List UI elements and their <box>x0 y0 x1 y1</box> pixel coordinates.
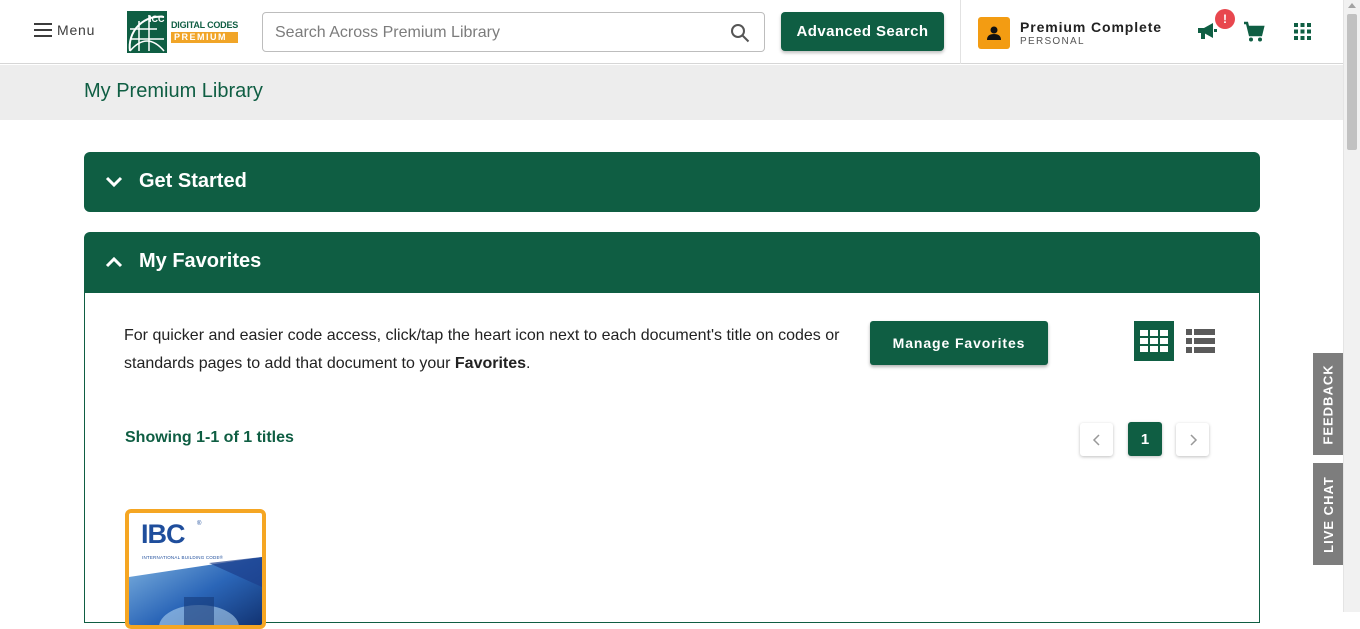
results-count: Showing 1-1 of 1 titles <box>125 429 294 446</box>
menu-button[interactable]: Menu <box>34 22 95 38</box>
user-icon <box>978 17 1010 49</box>
svg-text:ICC: ICC <box>149 14 165 24</box>
feedback-tab[interactable]: FEEDBACK <box>1313 353 1343 455</box>
scroll-thumb[interactable] <box>1347 14 1357 150</box>
top-header: Menu ICC DIGITAL CODES PREMIUM Advanced … <box>0 0 1343 64</box>
globe-logo-icon: ICC <box>127 11 167 53</box>
hamburger-icon <box>34 23 52 37</box>
search-box <box>262 12 765 52</box>
page-title: My Premium Library <box>84 80 263 102</box>
manage-favorites-button[interactable]: Manage Favorites <box>870 321 1048 365</box>
search-input[interactable] <box>275 22 715 44</box>
pagination-next-button[interactable] <box>1176 423 1209 456</box>
user-type: PERSONAL <box>1020 36 1085 47</box>
megaphone-icon[interactable] <box>1196 21 1218 41</box>
search-icon[interactable] <box>730 23 750 43</box>
scroll-up-arrow-icon[interactable] <box>1348 3 1356 8</box>
chevron-down-icon <box>105 176 123 188</box>
page-scrollbar[interactable] <box>1343 0 1360 612</box>
header-divider <box>960 0 961 64</box>
logo-line1: DIGITAL CODES <box>171 20 239 30</box>
favorites-panel-header[interactable]: My Favorites <box>84 232 1260 293</box>
book-code-mark: ® <box>197 521 202 527</box>
get-started-title: Get Started <box>139 170 247 192</box>
book-cover-image <box>129 557 262 625</box>
favorites-description: For quicker and easier code access, clic… <box>124 327 840 372</box>
list-view-icon <box>1185 329 1215 353</box>
apps-grid-icon[interactable] <box>1294 23 1311 40</box>
logo-line2: PREMIUM <box>171 32 239 43</box>
advanced-search-button[interactable]: Advanced Search <box>781 12 944 51</box>
favorites-title: My Favorites <box>139 250 262 272</box>
list-view-button[interactable] <box>1180 325 1220 357</box>
book-code: IBC <box>141 519 185 549</box>
logo[interactable]: ICC DIGITAL CODES PREMIUM <box>127 11 238 53</box>
book-card-ibc[interactable]: IBC ® INTERNATIONAL BUILDING CODE® <box>125 509 266 629</box>
grid-view-button[interactable] <box>1134 321 1174 361</box>
get-started-panel-header[interactable]: Get Started <box>84 152 1260 212</box>
grid-view-icon <box>1140 330 1168 352</box>
favorites-bold-word: Favorites <box>454 355 527 372</box>
pagination-prev-button[interactable] <box>1080 423 1113 456</box>
notification-badge: ! <box>1215 9 1235 29</box>
menu-label: Menu <box>57 22 96 38</box>
cart-icon[interactable] <box>1242 20 1266 44</box>
chevron-right-icon <box>1189 433 1197 446</box>
live-chat-tab[interactable]: LIVE CHAT <box>1313 463 1343 565</box>
user-account[interactable]: Premium Complete PERSONAL <box>978 17 1162 49</box>
chevron-up-icon <box>105 256 123 268</box>
chevron-left-icon <box>1092 433 1100 446</box>
pagination-current-page[interactable]: 1 <box>1128 422 1162 456</box>
user-plan: Premium Complete <box>1020 19 1162 35</box>
